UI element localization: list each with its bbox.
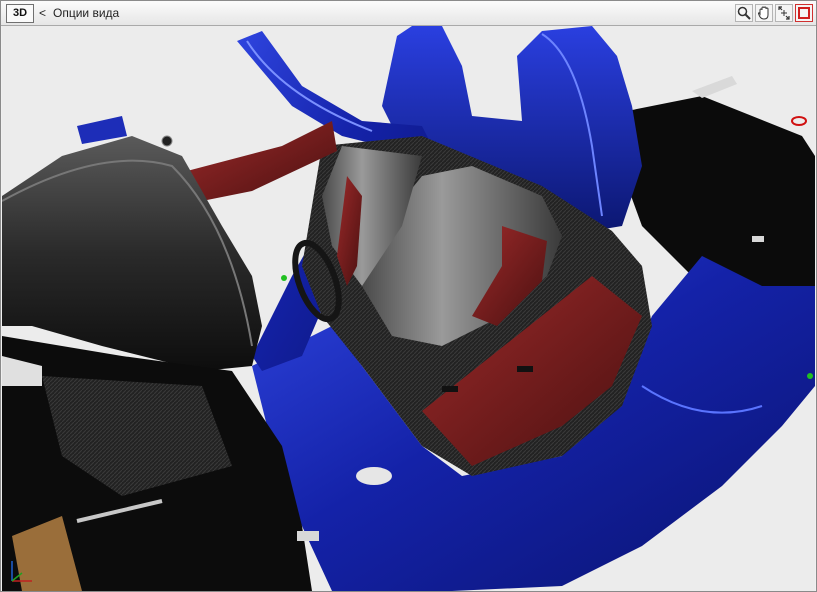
view-titlebar: 3D < Опции вида: [1, 1, 816, 26]
3d-view-window: 3D < Опции вида: [0, 0, 817, 592]
hand-icon: [757, 6, 769, 20]
back-button[interactable]: <: [39, 5, 46, 21]
close-view-button[interactable]: [795, 4, 813, 22]
car-interior-render: [2, 26, 815, 591]
close-square-icon: [798, 7, 810, 19]
3d-viewport[interactable]: [2, 26, 815, 591]
orbit-icon: [778, 6, 790, 20]
pan-button[interactable]: [755, 4, 773, 22]
axis-gizmo-icon: [11, 561, 32, 582]
zoom-button[interactable]: [735, 4, 753, 22]
view-toolbar: [735, 4, 813, 22]
mode-3d-badge[interactable]: 3D: [6, 4, 34, 23]
orbit-button[interactable]: [775, 4, 793, 22]
view-options-title[interactable]: Опции вида: [53, 5, 119, 21]
magnifier-icon: [737, 6, 751, 20]
